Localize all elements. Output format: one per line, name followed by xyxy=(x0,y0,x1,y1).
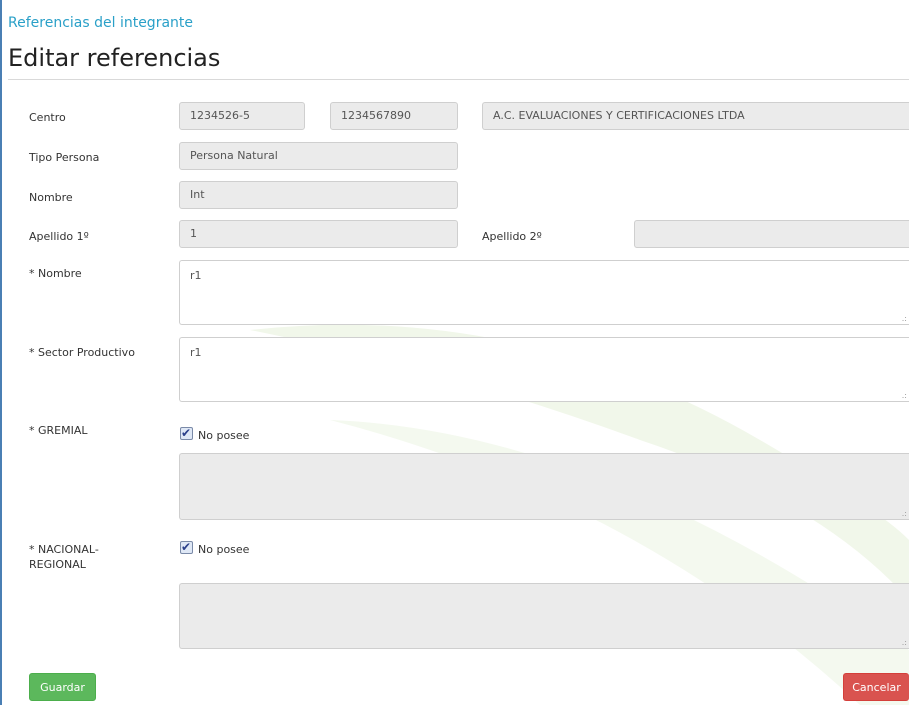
gremial-no-posee-label[interactable]: No posee xyxy=(198,429,249,442)
centro-code-field: 1234526-5 xyxy=(179,102,305,130)
centro-name-field: A.C. EVALUACIONES Y CERTIFICACIONES LTDA xyxy=(482,102,909,130)
resize-grip-icon[interactable]: .: xyxy=(902,392,907,400)
nombre-referencia-textarea[interactable]: r1 .: xyxy=(179,260,909,325)
resize-grip-icon[interactable]: .: xyxy=(902,315,907,323)
apellido2-field xyxy=(634,220,909,248)
cancel-button[interactable]: Cancelar xyxy=(843,673,909,701)
checkmark-icon: ✔ xyxy=(181,540,192,554)
nacional-no-posee-checkbox[interactable]: ✔ xyxy=(180,540,193,554)
gremial-no-posee-checkbox[interactable]: ✔ xyxy=(180,426,193,440)
nacional-no-posee-label[interactable]: No posee xyxy=(198,543,249,556)
nombre-integrante-label: Nombre xyxy=(29,191,73,204)
nacional-regional-textarea: .: xyxy=(179,583,909,649)
resize-grip-icon: .: xyxy=(901,509,907,518)
nombre-referencia-value: r1 xyxy=(190,269,202,282)
nacional-regional-label-line1: * NACIONAL- xyxy=(29,543,99,556)
tipo-persona-field: Persona Natural xyxy=(179,142,458,170)
page-title: Editar referencias xyxy=(8,44,221,72)
tipo-persona-label: Tipo Persona xyxy=(29,151,100,164)
sector-productivo-textarea[interactable]: r1 .: xyxy=(179,337,909,402)
save-button[interactable]: Guardar xyxy=(29,673,96,701)
sector-productivo-label: * Sector Productivo xyxy=(29,346,135,359)
apellido1-label: Apellido 1º xyxy=(29,230,89,243)
nacional-regional-label-line2: REGIONAL xyxy=(29,558,86,571)
gremial-label: * GREMIAL xyxy=(29,424,88,437)
resize-grip-icon: .: xyxy=(901,638,907,647)
centro-number-field: 1234567890 xyxy=(330,102,458,130)
title-divider xyxy=(8,79,909,80)
sector-productivo-value: r1 xyxy=(190,346,202,359)
breadcrumb[interactable]: Referencias del integrante xyxy=(8,15,193,31)
nombre-referencia-label: * Nombre xyxy=(29,267,82,280)
centro-label: Centro xyxy=(29,111,66,124)
apellido1-field: 1 xyxy=(179,220,458,248)
gremial-textarea: .: xyxy=(179,453,909,520)
nombre-integrante-field: Int xyxy=(179,181,458,209)
apellido2-label: Apellido 2º xyxy=(482,230,542,243)
checkmark-icon: ✔ xyxy=(181,426,192,440)
